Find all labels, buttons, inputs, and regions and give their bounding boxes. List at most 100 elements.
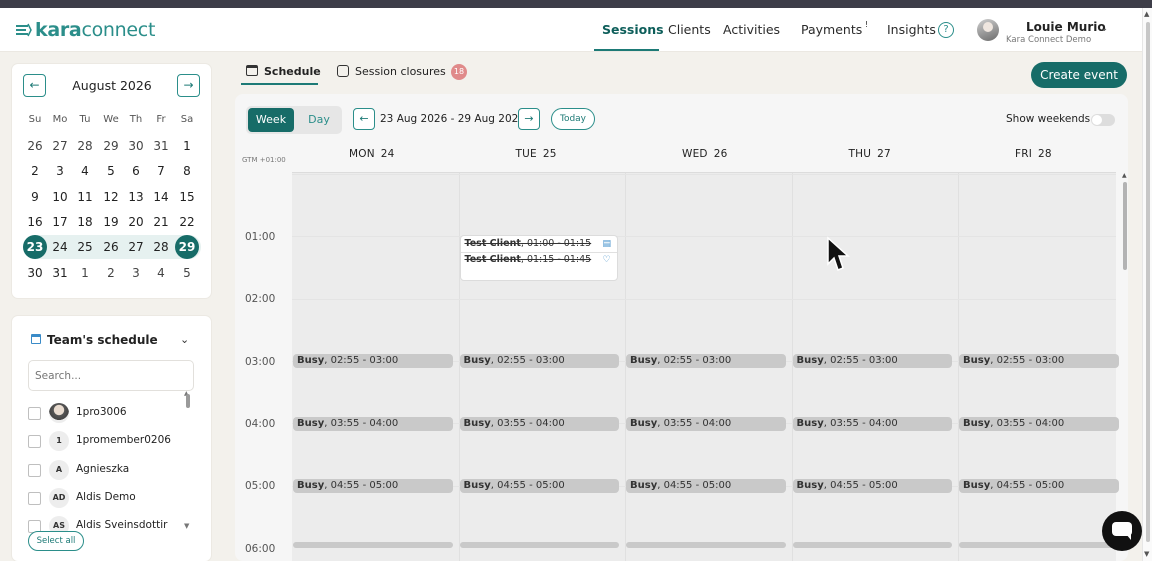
calendar-day[interactable]: 30 (124, 134, 148, 158)
week-view-button[interactable]: Week (248, 108, 294, 132)
calendar-day[interactable]: 2 (99, 261, 123, 285)
calendar-day[interactable]: 19 (99, 210, 123, 234)
member-checkbox[interactable] (28, 407, 41, 420)
scroll-up-icon[interactable]: ▲ (1122, 172, 1127, 179)
scroll-up-icon[interactable]: ▲ (1144, 10, 1149, 18)
team-member-row[interactable]: AD Aldis Demo (28, 487, 198, 509)
help-icon[interactable]: ? (938, 22, 954, 38)
week-grid[interactable]: Busy, 02:55 - 03:00 Busy, 02:55 - 03:00 Bu… (292, 172, 1119, 561)
team-member-row[interactable]: 1pro3006 (28, 402, 198, 424)
day-view-button[interactable]: Day (298, 108, 340, 132)
busy-block[interactable]: Busy, 03:55 - 04:00 (959, 417, 1119, 431)
calendar-day[interactable]: 13 (124, 185, 148, 209)
nav-activities[interactable]: Activities (723, 22, 780, 37)
busy-block[interactable]: Busy, 04:55 - 05:00 (959, 479, 1119, 493)
busy-block[interactable]: Busy, 03:55 - 04:00 (459, 417, 619, 431)
calendar-day[interactable]: 4 (149, 261, 173, 285)
calendar-day[interactable]: 26 (23, 134, 47, 158)
select-all-button[interactable]: Select all (28, 531, 84, 551)
next-month-button[interactable]: → (177, 74, 200, 97)
busy-block[interactable]: Busy, 02:55 - 03:00 (293, 354, 453, 368)
member-checkbox[interactable] (28, 463, 41, 477)
session-event[interactable]: Test Client, 01:00 - 01:15 (465, 238, 592, 249)
show-weekends-toggle[interactable] (1091, 114, 1115, 126)
calendar-day[interactable]: 16 (23, 210, 47, 234)
busy-block[interactable]: Busy, 03:55 - 04:00 (626, 417, 786, 431)
member-checkbox[interactable] (28, 491, 41, 505)
calendar-day[interactable]: 6 (124, 159, 148, 183)
user-avatar[interactable] (977, 19, 999, 41)
calendar-day[interactable]: 7 (149, 159, 173, 183)
calendar-scrollbar[interactable]: ▲ (1122, 172, 1128, 561)
calendar-day[interactable]: 4 (73, 159, 97, 183)
today-button[interactable]: Today (551, 108, 595, 130)
busy-block[interactable] (959, 542, 1119, 548)
prev-month-button[interactable]: ← (23, 74, 46, 97)
busy-block[interactable]: Busy, 03:55 - 04:00 (293, 417, 453, 431)
calendar-day[interactable]: 1 (175, 134, 199, 158)
calendar-day[interactable]: 2 (23, 159, 47, 183)
nav-clients[interactable]: Clients (668, 22, 711, 37)
busy-block[interactable]: Busy, 03:55 - 04:00 (792, 417, 952, 431)
session-event-card[interactable]: Test Client, 01:00 - 01:15 ▤ Test Client, … (459, 235, 618, 281)
calendar-day[interactable]: 29 (99, 134, 123, 158)
team-search-input[interactable] (28, 360, 194, 391)
busy-block[interactable]: Busy, 04:55 - 05:00 (459, 479, 619, 493)
calendar-day[interactable]: 25 (73, 235, 97, 259)
calendar-day[interactable]: 27 (48, 134, 72, 158)
calendar-day[interactable]: 5 (99, 159, 123, 183)
nav-insights[interactable]: Insights (887, 22, 936, 37)
calendar-day[interactable]: 28 (149, 235, 173, 259)
tab-session-closures[interactable]: Session closures (337, 65, 446, 78)
busy-block[interactable]: Busy, 02:55 - 03:00 (792, 354, 952, 368)
calendar-day[interactable]: 8 (175, 159, 199, 183)
user-name[interactable]: Louie Murio (1026, 20, 1106, 34)
busy-block[interactable]: Busy, 02:55 - 03:00 (459, 354, 619, 368)
calendar-day[interactable]: 29 (175, 235, 199, 260)
member-checkbox[interactable] (28, 435, 41, 449)
page-scrollbar[interactable]: ▲ ▼ (1142, 8, 1152, 561)
calendar-day[interactable]: 31 (48, 261, 72, 285)
calendar-day[interactable]: 12 (99, 185, 123, 209)
calendar-day[interactable]: 17 (48, 210, 72, 234)
calendar-day[interactable]: 10 (48, 185, 72, 209)
busy-block[interactable] (626, 542, 786, 548)
busy-block[interactable]: Busy, 04:55 - 05:00 (792, 479, 952, 493)
logo[interactable]: kara connect (14, 19, 155, 41)
tab-schedule[interactable]: Schedule (246, 65, 321, 78)
calendar-day[interactable]: 1 (73, 261, 97, 285)
calendar-day[interactable]: 31 (149, 134, 173, 158)
chat-button[interactable] (1102, 511, 1142, 551)
next-week-button[interactable]: → (518, 108, 540, 130)
calendar-day[interactable]: 18 (73, 210, 97, 234)
prev-week-button[interactable]: ← (353, 108, 375, 130)
busy-block[interactable]: Busy, 04:55 - 05:00 (626, 479, 786, 493)
busy-block[interactable]: Busy, 02:55 - 03:00 (959, 354, 1119, 368)
calendar-day[interactable]: 26 (99, 235, 123, 259)
team-member-row[interactable]: 1 1promember0206 (28, 430, 198, 452)
busy-block[interactable]: Busy, 02:55 - 03:00 (626, 354, 786, 368)
calendar-day[interactable]: 23 (23, 235, 47, 260)
calendar-day[interactable]: 15 (175, 185, 199, 209)
calendar-day[interactable]: 24 (48, 235, 72, 259)
busy-block[interactable]: Busy, 04:55 - 05:00 (293, 479, 453, 493)
busy-block[interactable] (459, 542, 619, 548)
calendar-scrollbar-thumb[interactable] (1123, 182, 1127, 270)
busy-block[interactable] (792, 542, 952, 548)
chevron-down-icon[interactable]: ⌄ (180, 333, 189, 346)
calendar-day[interactable]: 21 (149, 210, 173, 234)
nav-payments[interactable]: Payments (801, 22, 862, 37)
session-event[interactable]: Test Client, 01:15 - 01:45 (465, 254, 592, 265)
calendar-day[interactable]: 3 (48, 159, 72, 183)
page-scrollbar-thumb[interactable] (1146, 22, 1150, 542)
calendar-day[interactable]: 30 (23, 261, 47, 285)
busy-block[interactable] (293, 542, 453, 548)
calendar-day[interactable]: 9 (23, 185, 47, 209)
team-member-row[interactable]: A Agnieszka (28, 459, 198, 481)
calendar-day[interactable]: 11 (73, 185, 97, 209)
chevron-down-icon[interactable]: ⌄ (1100, 23, 1108, 34)
scroll-down-icon[interactable]: ▼ (1144, 550, 1149, 558)
calendar-day[interactable]: 14 (149, 185, 173, 209)
calendar-day[interactable]: 20 (124, 210, 148, 234)
calendar-day[interactable]: 27 (124, 235, 148, 259)
